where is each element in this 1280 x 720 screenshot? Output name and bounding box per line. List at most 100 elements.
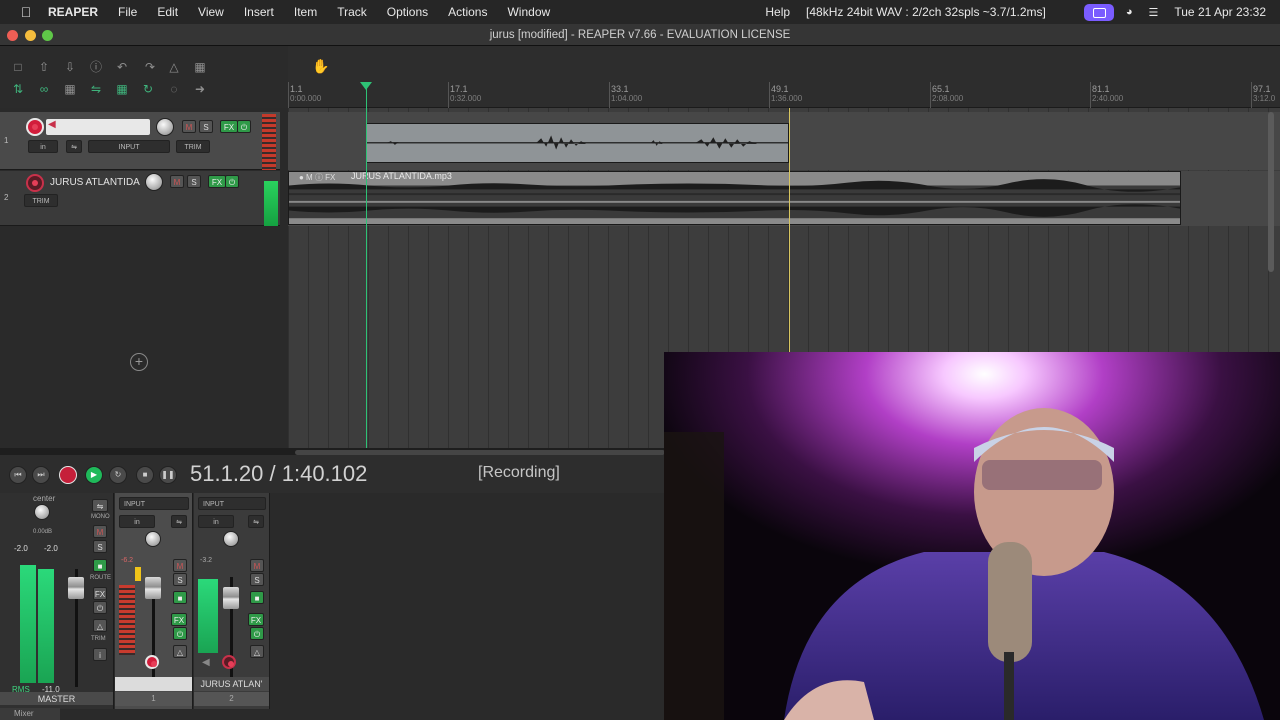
volume-knob[interactable]	[145, 173, 163, 191]
project-settings-icon[interactable]: ⓘ	[88, 60, 104, 74]
strip-fader[interactable]	[145, 577, 161, 599]
strip-fx-button[interactable]: FX	[171, 613, 187, 626]
ripple-edit-icon[interactable]: ⇅	[10, 82, 26, 96]
record-arm-button[interactable]	[26, 118, 44, 136]
master-trim-icon[interactable]: △	[93, 619, 107, 632]
record-arm-button[interactable]	[26, 174, 44, 192]
envelope-icon[interactable]: ➜	[192, 82, 208, 96]
strip-record-arm-button[interactable]	[145, 655, 159, 669]
apple-icon[interactable]: 	[18, 4, 34, 20]
trim-button[interactable]: TRIM	[24, 194, 58, 207]
recording-item[interactable]	[366, 123, 789, 163]
fx-button[interactable]: FX	[208, 175, 226, 188]
strip-name[interactable]: JURUS ATLAN'	[194, 677, 269, 691]
strip-fx-button[interactable]: FX	[248, 613, 264, 626]
screen-share-icon[interactable]	[1083, 3, 1114, 21]
strip-fx-bypass-icon[interactable]: ⏻	[173, 627, 187, 640]
input-select[interactable]: INPUT	[88, 140, 170, 153]
menu-edit[interactable]: Edit	[157, 5, 178, 19]
menu-insert[interactable]: Insert	[244, 5, 274, 19]
strip-fx-bypass-icon[interactable]: ⏻	[250, 627, 264, 640]
strip-route-icon[interactable]: ■	[173, 591, 187, 604]
record-button[interactable]	[59, 466, 77, 484]
solo-button[interactable]: S	[199, 120, 213, 133]
menu-view[interactable]: View	[198, 5, 224, 19]
strip-phase-icon[interactable]: ⇋	[171, 515, 187, 528]
menu-window[interactable]: Window	[507, 5, 550, 19]
mute-button[interactable]: M	[182, 120, 196, 133]
trim-button[interactable]: TRIM	[176, 140, 210, 153]
strip-name[interactable]	[115, 677, 192, 691]
vertical-scrollbar[interactable]	[1268, 112, 1274, 272]
fx-bypass-icon[interactable]: ⏻	[225, 175, 239, 188]
snap-grid-icon[interactable]: ▦	[114, 82, 130, 96]
metronome-icon[interactable]: △	[166, 60, 182, 74]
strip-input-select[interactable]: INPUT	[119, 497, 189, 510]
add-track-icon[interactable]: +	[130, 353, 148, 371]
menu-options[interactable]: Options	[387, 5, 428, 19]
strip-envelope-icon[interactable]: △	[173, 645, 187, 658]
volume-knob[interactable]	[156, 118, 174, 136]
track-1-header[interactable]: 1 ◀ M S FX ⏻ in ⇋ INPUT TRIM	[0, 112, 280, 170]
track-name[interactable]	[46, 119, 150, 135]
strip-solo-button[interactable]: S	[250, 573, 264, 586]
transport-position[interactable]: 51.1.20 / 1:40.102	[190, 461, 367, 487]
fx-bypass-icon[interactable]: ⏻	[237, 120, 251, 133]
mixer-tab[interactable]: Mixer	[0, 708, 60, 720]
timeline-ruler[interactable]: 1.1 0:00.000 17.1 0:32.000 33.1 1:04.000 49…	[288, 46, 1280, 108]
master-route-button[interactable]: ROUTE	[90, 575, 111, 581]
new-project-icon[interactable]: □	[10, 60, 26, 74]
menu-help[interactable]: Help	[765, 5, 790, 19]
strip-pan-knob[interactable]	[223, 531, 239, 547]
track-1-lane[interactable]	[288, 112, 1280, 170]
strip-phase-icon[interactable]: ⇋	[248, 515, 264, 528]
auto-crossfade-icon[interactable]: ⇋	[88, 82, 104, 96]
media-item-jurus-atlantida[interactable]: ● M ⓘ FX JURUS ATLANTIDA.mp3	[288, 171, 1181, 225]
master-fx-button[interactable]: FX	[93, 587, 107, 600]
strip-record-arm-button[interactable]	[222, 655, 236, 669]
clock[interactable]: Tue 21 Apr 23:32	[1174, 5, 1266, 19]
menu-file[interactable]: File	[118, 5, 137, 19]
redo-icon[interactable]: ↷	[142, 60, 158, 74]
master-trim-button[interactable]: TRIM	[91, 636, 106, 642]
strip-speaker-icon[interactable]: ◀	[202, 657, 210, 668]
link-icon[interactable]: ∞	[36, 82, 52, 96]
pause-button[interactable]: ❚❚	[159, 466, 177, 484]
strip-monitor-select[interactable]: in	[119, 515, 155, 528]
fx-button[interactable]: FX	[220, 120, 238, 133]
wifi-icon[interactable]: ◕	[1126, 6, 1133, 18]
input-monitor-select[interactable]: in	[28, 140, 58, 153]
lock-icon[interactable]: ◌	[166, 82, 182, 96]
master-mute-button[interactable]: M	[93, 525, 107, 538]
audio-status[interactable]: [48kHz 24bit WAV : 2/2ch 32spls ~3.7/1.2…	[806, 5, 1046, 19]
menu-actions[interactable]: Actions	[448, 5, 487, 19]
item-grouping-icon[interactable]: ▦	[62, 82, 78, 96]
master-phase-icon[interactable]: ⇋	[92, 499, 108, 512]
undo-icon[interactable]: ↶	[114, 60, 130, 74]
master-mono-button[interactable]: MONO	[91, 514, 110, 520]
strip-fader[interactable]	[223, 587, 239, 609]
mute-button[interactable]: M	[170, 175, 184, 188]
open-project-icon[interactable]: ⇧	[36, 60, 52, 74]
master-info-icon[interactable]: i	[93, 648, 107, 661]
master-solo-button[interactable]: S	[93, 540, 107, 553]
close-window-button[interactable]	[7, 30, 18, 41]
solo-button[interactable]: S	[187, 175, 201, 188]
menu-app[interactable]: REAPER	[48, 5, 98, 19]
go-to-start-icon[interactable]: ⏮	[9, 466, 27, 484]
master-name[interactable]: MASTER	[0, 692, 113, 705]
menu-track[interactable]: Track	[337, 5, 367, 19]
menu-item[interactable]: Item	[294, 5, 317, 19]
grid-lines-icon[interactable]: ▦	[192, 60, 208, 74]
rec-monitor-icon[interactable]: ◀	[48, 119, 56, 130]
phase-icon[interactable]: ⇋	[66, 140, 82, 153]
strip-mute-button[interactable]: M	[250, 559, 264, 572]
strip-monitor-select[interactable]: in	[198, 515, 234, 528]
strip-pan-knob[interactable]	[145, 531, 161, 547]
strip-solo-button[interactable]: S	[173, 573, 187, 586]
repeat-icon[interactable]: ↻	[109, 466, 127, 484]
master-route-icon[interactable]: ■	[93, 559, 107, 572]
zoom-window-button[interactable]	[42, 30, 53, 41]
play-button[interactable]: ▶	[85, 466, 103, 484]
save-project-icon[interactable]: ⇩	[62, 60, 78, 74]
